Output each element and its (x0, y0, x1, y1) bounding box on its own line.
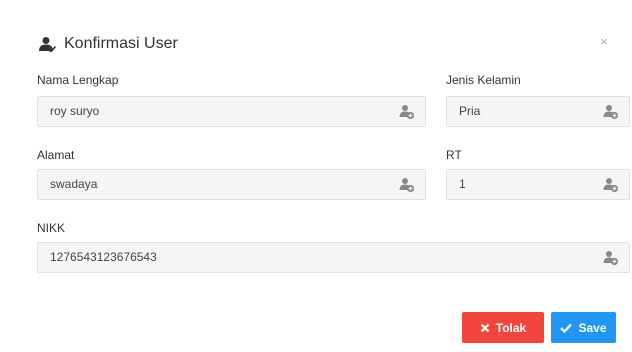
user-check-icon (36, 33, 58, 55)
alamat-label: Alamat (37, 148, 75, 162)
nikk-label: NIKK (37, 221, 66, 235)
add-user-icon (603, 250, 619, 266)
close-icon[interactable]: × (596, 34, 612, 50)
jenis-kelamin-label: Jenis Kelamin (446, 73, 521, 87)
jenis-kelamin-value: Pria (459, 104, 481, 118)
add-user-icon (399, 104, 415, 120)
rt-label: RT (446, 148, 462, 162)
confirm-user-modal: Konfirmasi User × Nama Lengkap roy suryo… (0, 0, 632, 352)
checkmark-icon (560, 323, 573, 333)
save-label: Save (578, 320, 607, 335)
alamat-value: swadaya (50, 177, 98, 191)
jenis-kelamin-field[interactable]: Pria (446, 96, 630, 127)
close-x-icon (480, 323, 490, 332)
add-user-icon (603, 104, 619, 120)
nikk-field[interactable]: 1276543123676543 (37, 242, 630, 273)
add-user-icon (399, 177, 415, 193)
nama-value: roy suryo (50, 104, 100, 118)
modal-header: Konfirmasi User × (36, 30, 612, 58)
tolak-button[interactable]: Tolak (462, 312, 544, 343)
rt-field[interactable]: 1 (446, 169, 630, 200)
save-button[interactable]: Save (551, 312, 616, 343)
nama-label: Nama Lengkap (37, 73, 119, 87)
nikk-value: 1276543123676543 (50, 250, 157, 264)
alamat-field[interactable]: swadaya (37, 169, 426, 200)
add-user-icon (603, 177, 619, 193)
rt-value: 1 (459, 177, 466, 191)
tolak-label: Tolak (495, 320, 527, 335)
nama-field[interactable]: roy suryo (37, 96, 426, 127)
modal-title: Konfirmasi User (64, 35, 178, 52)
